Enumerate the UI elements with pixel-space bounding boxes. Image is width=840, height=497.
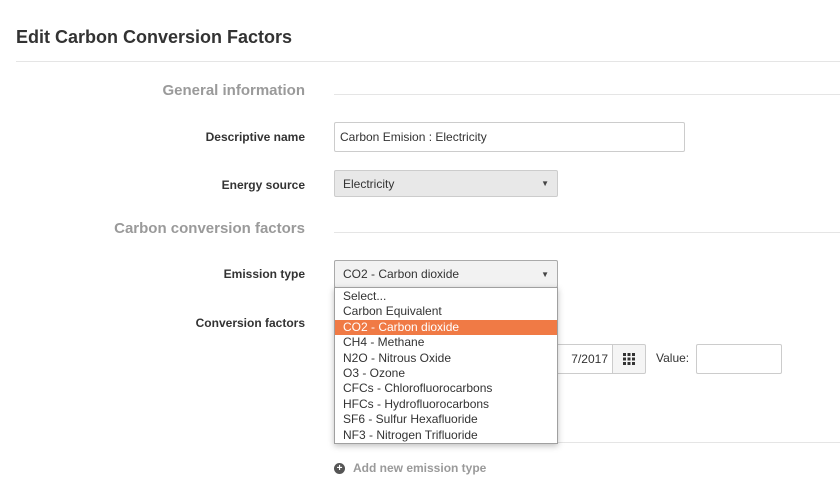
dropdown-option[interactable]: NF3 - Nitrogen Trifluoride bbox=[335, 428, 557, 443]
descriptive-name-label: Descriptive name bbox=[205, 130, 305, 144]
date-value: 7/2017 bbox=[571, 352, 608, 366]
energy-source-label: Energy source bbox=[221, 178, 305, 192]
dropdown-option[interactable]: CH4 - Methane bbox=[335, 335, 557, 350]
dropdown-option[interactable]: Select... bbox=[335, 289, 557, 304]
chevron-down-icon: ▼ bbox=[541, 179, 549, 188]
add-emission-type-label: Add new emission type bbox=[353, 461, 487, 475]
dropdown-option[interactable]: N2O - Nitrous Oxide bbox=[335, 351, 557, 366]
value-input[interactable] bbox=[696, 344, 782, 374]
emission-type-dropdown: Select... Carbon Equivalent CO2 - Carbon… bbox=[334, 287, 558, 444]
section-heading-general: General information bbox=[162, 82, 305, 99]
dropdown-option[interactable]: SF6 - Sulfur Hexafluoride bbox=[335, 412, 557, 427]
add-emission-type-link[interactable]: + Add new emission type bbox=[334, 461, 486, 475]
energy-source-value: Electricity bbox=[343, 176, 395, 191]
dropdown-option[interactable]: CFCs - Chlorofluorocarbons bbox=[335, 381, 557, 396]
dropdown-option[interactable]: Carbon Equivalent bbox=[335, 304, 557, 319]
emission-type-label: Emission type bbox=[223, 267, 305, 281]
emission-type-value: CO2 - Carbon dioxide bbox=[343, 267, 460, 281]
title-divider bbox=[16, 61, 840, 62]
dropdown-option-highlighted[interactable]: CO2 - Carbon dioxide bbox=[335, 319, 557, 336]
calendar-button[interactable] bbox=[612, 344, 646, 374]
plus-circle-icon: + bbox=[334, 462, 345, 474]
emission-type-select[interactable]: CO2 - Carbon dioxide ▼ bbox=[334, 260, 558, 288]
page-title: Edit Carbon Conversion Factors bbox=[16, 27, 293, 47]
section-divider-carbon bbox=[334, 232, 840, 233]
dropdown-option[interactable]: O3 - Ozone bbox=[335, 366, 557, 381]
chevron-down-icon: ▼ bbox=[541, 269, 549, 279]
energy-source-select[interactable]: Electricity ▼ bbox=[334, 170, 558, 197]
conversion-factors-label: Conversion factors bbox=[195, 316, 305, 330]
descriptive-name-input[interactable]: Carbon Emision : Electricity bbox=[334, 122, 685, 152]
calendar-grid-icon bbox=[623, 353, 635, 365]
descriptive-name-value: Carbon Emision : Electricity bbox=[340, 130, 487, 144]
dropdown-option[interactable]: HFCs - Hydrofluorocarbons bbox=[335, 397, 557, 412]
value-label: Value: bbox=[656, 351, 690, 365]
section-heading-carbon: Carbon conversion factors bbox=[114, 220, 305, 237]
section-divider-general bbox=[334, 94, 840, 95]
